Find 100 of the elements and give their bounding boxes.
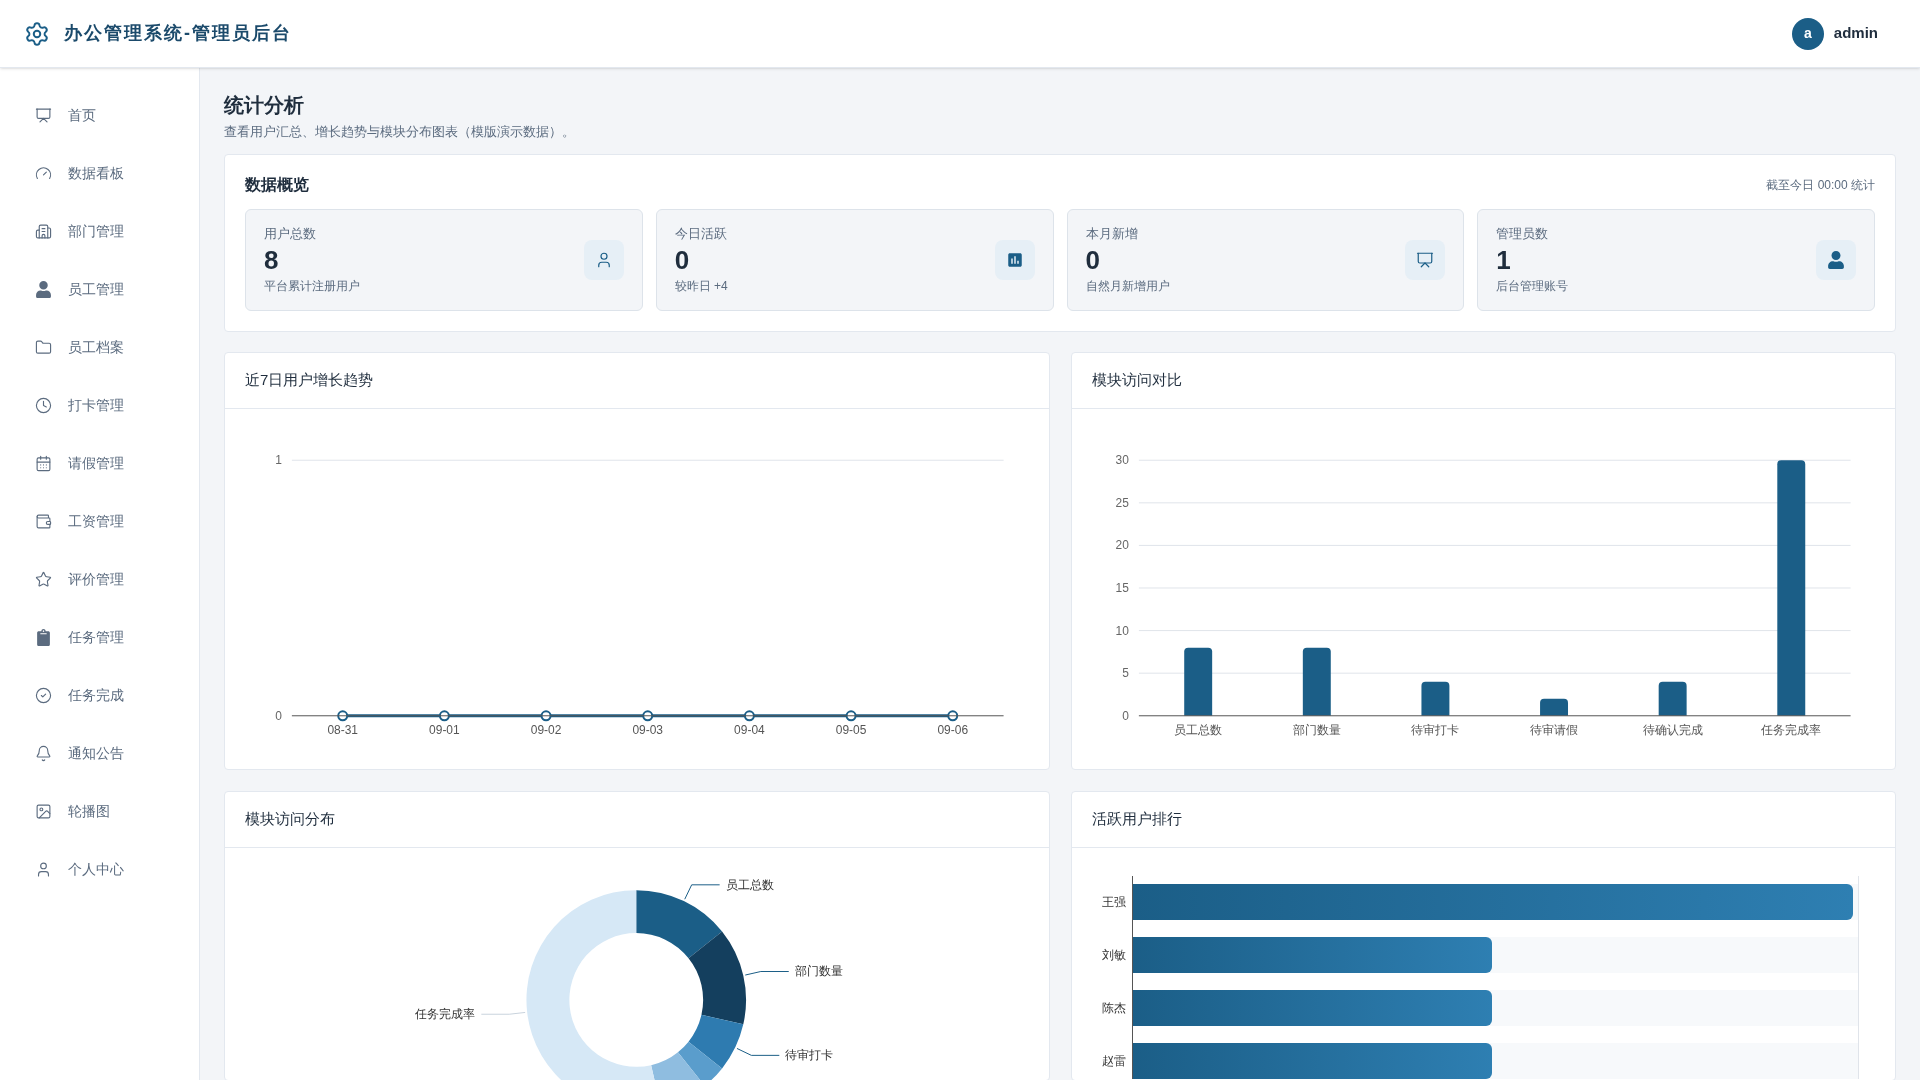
star-icon: [35, 570, 52, 588]
stat-value: 1: [1496, 244, 1512, 278]
sidebar-item[interactable]: 数据看板: [0, 144, 199, 202]
page-title: 统计分析: [224, 93, 305, 118]
user-name-label: 刘敏: [1100, 946, 1127, 964]
check-icon: [35, 686, 52, 704]
user-name-label: 王强: [1100, 893, 1127, 911]
axis-label: 15: [1115, 580, 1129, 595]
building-icon: [35, 222, 52, 240]
axis-label: 待确认完成: [1642, 722, 1703, 737]
axis-label: 待审打卡: [1410, 722, 1459, 737]
sidebar-item[interactable]: 工资管理: [0, 492, 199, 550]
sidebar-item[interactable]: 评价管理: [0, 550, 199, 608]
slice-label: 任务完成率: [415, 1006, 476, 1021]
stat-label: 用户总数: [264, 224, 317, 243]
sidebar-item[interactable]: 员工管理: [0, 260, 199, 318]
panel-title: 近7日用户增长趋势: [245, 369, 374, 390]
stat-label: 本月新增: [1085, 224, 1139, 243]
data-point: [947, 709, 959, 721]
sidebar-item[interactable]: 员工档案: [0, 318, 199, 376]
section-title: 数据概览: [245, 174, 309, 195]
stat-value: 0: [674, 244, 691, 278]
axis-label: 员工总数: [1173, 722, 1222, 737]
user-name-label: 陈杰: [1100, 999, 1127, 1017]
folder-icon: [35, 338, 52, 356]
panel-title: 模块访问对比: [1091, 369, 1182, 390]
sidebar-item[interactable]: 部门管理: [0, 202, 199, 260]
app-title: 办公管理系统-管理员后台: [64, 22, 292, 45]
presentation-icon: [1416, 250, 1435, 269]
clock-icon: [35, 396, 52, 414]
axis-label: 25: [1115, 495, 1129, 510]
avatar[interactable]: a: [1791, 17, 1824, 50]
axis-label: 09-02: [530, 722, 562, 737]
axis-label: 0: [1121, 708, 1129, 723]
data-point: [540, 709, 552, 721]
sidebar-item[interactable]: 个人中心: [0, 840, 199, 898]
leader-line: [480, 1011, 526, 1015]
stats-note: 截至今日 00:00 统计: [1766, 176, 1875, 194]
bar: [1658, 681, 1687, 716]
stat-value: 8: [264, 244, 280, 278]
data-point: [743, 709, 755, 721]
bar: [1302, 647, 1331, 716]
user-icon: [35, 860, 52, 878]
stat-hint: 自然月新增用户: [1085, 278, 1171, 296]
user-icon: [1827, 250, 1845, 269]
axis-label: 09-06: [937, 722, 969, 737]
panel-title: 模块访问分布: [245, 808, 335, 829]
page-subtitle: 查看用户汇总、增长趋势与模块分布图表（模版演示数据）。: [224, 123, 576, 141]
data-point: [337, 709, 349, 721]
bar: [1539, 698, 1568, 716]
axis-label: 部门数量: [1292, 722, 1341, 737]
clipboard-icon: [35, 628, 52, 646]
presentation-icon: [35, 106, 52, 124]
slice-label: 员工总数: [725, 877, 774, 892]
sidebar-item[interactable]: 轮播图: [0, 782, 199, 840]
gauge-icon: [35, 164, 52, 182]
image-icon: [35, 802, 52, 820]
stat-label: 管理员数: [1496, 224, 1550, 243]
sidebar-item[interactable]: 请假管理: [0, 434, 199, 492]
settings-icon: [24, 20, 50, 47]
stat-label: 今日活跃: [674, 224, 728, 243]
bar: [1183, 647, 1212, 716]
stat-hint: 后台管理账号: [1496, 278, 1570, 296]
calendar-icon: [35, 454, 52, 472]
data-point: [845, 709, 857, 721]
sidebar-item[interactable]: 任务管理: [0, 608, 199, 666]
user-name[interactable]: admin: [1833, 22, 1878, 45]
axis-label: 09-04: [734, 722, 765, 737]
axis-label: 10: [1115, 623, 1129, 638]
axis-label: 20: [1115, 537, 1129, 552]
user-name-label: 赵雷: [1100, 1052, 1127, 1070]
user-icon: [35, 280, 52, 298]
axis-label: 待审请假: [1529, 722, 1578, 737]
axis-label: 0: [275, 708, 282, 723]
leader-line: [736, 1047, 780, 1056]
sidebar-item[interactable]: 打卡管理: [0, 376, 199, 434]
stat-hint: 平台累计注册用户: [264, 278, 361, 296]
axis-label: 09-05: [835, 722, 867, 737]
axis-label: 5: [1121, 665, 1129, 680]
axis-label: 30: [1115, 452, 1129, 467]
sidebar-item[interactable]: 首页: [0, 86, 199, 144]
stat-hint: 较昨日 +4: [674, 278, 729, 296]
data-point: [642, 709, 654, 721]
sidebar-item[interactable]: 通知公告: [0, 724, 199, 782]
axis-label: 09-01: [429, 722, 460, 737]
donut-slice: [677, 1041, 723, 1080]
axis-label: 08-31: [327, 722, 359, 737]
axis-label: 任务完成率: [1760, 722, 1821, 737]
bell-icon: [35, 744, 52, 762]
wallet-icon: [35, 512, 52, 530]
leader-line: [684, 883, 721, 900]
sidebar-item[interactable]: 任务完成: [0, 666, 199, 724]
data-point: [438, 709, 450, 721]
axis-label: 09-03: [632, 722, 664, 737]
slice-label: 待审打卡: [785, 1047, 834, 1062]
panel-title: 活跃用户排行: [1091, 808, 1182, 829]
bar: [1420, 681, 1449, 716]
chart-icon: [1005, 250, 1024, 269]
leader-line: [744, 970, 790, 976]
axis-label: 1: [275, 452, 282, 467]
